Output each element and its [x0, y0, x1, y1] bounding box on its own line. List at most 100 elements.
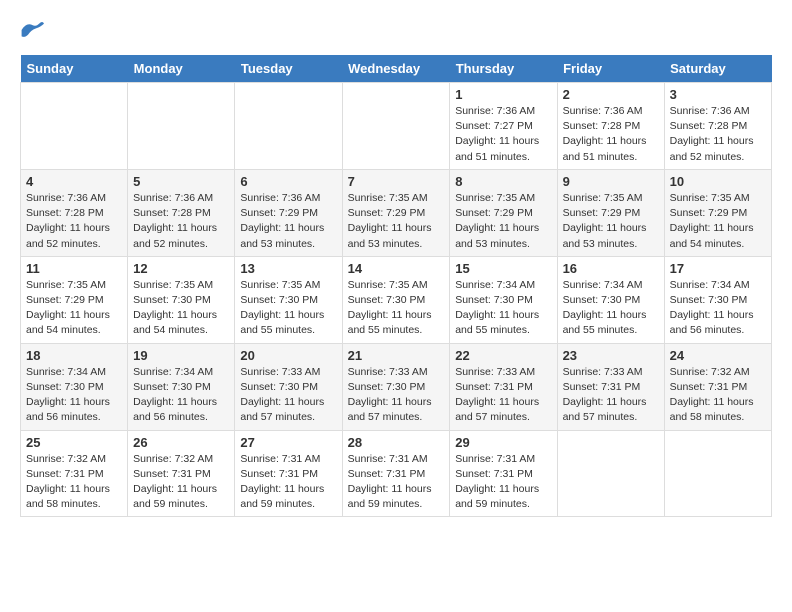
calendar-cell: 21 Sunrise: 7:33 AM Sunset: 7:30 PM Dayli…: [342, 343, 450, 430]
calendar-cell: 17Sunrise: 7:34 AM Sunset: 7:30 PM Dayli…: [664, 256, 771, 343]
day-info: Sunrise: 7:32 AM Sunset: 7:31 PM Dayligh…: [133, 452, 229, 513]
day-number: 22: [455, 348, 551, 363]
calendar-week-row: 18 Sunrise: 7:34 AM Sunset: 7:30 PM Dayli…: [21, 343, 772, 430]
day-info: Sunrise: 7:32 AM Sunset: 7:31 PM Dayligh…: [670, 365, 766, 426]
calendar-week-row: 11 Sunrise: 7:35 AM Sunset: 7:29 PM Dayli…: [21, 256, 772, 343]
day-number: 10: [670, 174, 766, 189]
calendar-header-wednesday: Wednesday: [342, 55, 450, 83]
day-number: 11: [26, 261, 122, 276]
day-info: Sunrise: 7:33 AM Sunset: 7:30 PM Dayligh…: [348, 365, 445, 426]
calendar-cell: 6 Sunrise: 7:36 AM Sunset: 7:29 PM Daylig…: [235, 169, 342, 256]
calendar-cell: 5 Sunrise: 7:36 AM Sunset: 7:28 PM Daylig…: [128, 169, 235, 256]
day-info: Sunrise: 7:33 AM Sunset: 7:31 PM Dayligh…: [455, 365, 551, 426]
day-info: Sunrise: 7:34 AM Sunset: 7:30 PM Dayligh…: [133, 365, 229, 426]
day-number: 5: [133, 174, 229, 189]
day-number: 29: [455, 435, 551, 450]
day-number: 7: [348, 174, 445, 189]
calendar-cell: 23Sunrise: 7:33 AM Sunset: 7:31 PM Dayli…: [557, 343, 664, 430]
calendar-cell: 22 Sunrise: 7:33 AM Sunset: 7:31 PM Dayli…: [450, 343, 557, 430]
calendar-cell: 2 Sunrise: 7:36 AM Sunset: 7:28 PM Daylig…: [557, 83, 664, 170]
calendar-week-row: 1Sunrise: 7:36 AM Sunset: 7:27 PM Daylig…: [21, 83, 772, 170]
calendar-cell: 9 Sunrise: 7:35 AM Sunset: 7:29 PM Daylig…: [557, 169, 664, 256]
calendar-cell: [342, 83, 450, 170]
day-number: 27: [240, 435, 336, 450]
day-number: 23: [563, 348, 659, 363]
calendar-cell: 10 Sunrise: 7:35 AM Sunset: 7:29 PM Dayli…: [664, 169, 771, 256]
day-number: 20: [240, 348, 336, 363]
day-info: Sunrise: 7:35 AM Sunset: 7:30 PM Dayligh…: [240, 278, 336, 339]
calendar-week-row: 25 Sunrise: 7:32 AM Sunset: 7:31 PM Dayli…: [21, 430, 772, 517]
calendar-cell: [128, 83, 235, 170]
day-info: Sunrise: 7:35 AM Sunset: 7:30 PM Dayligh…: [133, 278, 229, 339]
calendar-cell: 29 Sunrise: 7:31 AM Sunset: 7:31 PM Dayli…: [450, 430, 557, 517]
calendar-cell: 11 Sunrise: 7:35 AM Sunset: 7:29 PM Dayli…: [21, 256, 128, 343]
day-number: 21: [348, 348, 445, 363]
calendar-cell: 7 Sunrise: 7:35 AM Sunset: 7:29 PM Daylig…: [342, 169, 450, 256]
day-info: Sunrise: 7:34 AM Sunset: 7:30 PM Dayligh…: [455, 278, 551, 339]
calendar-header-thursday: Thursday: [450, 55, 557, 83]
day-number: 3: [670, 87, 766, 102]
day-info: Sunrise: 7:35 AM Sunset: 7:29 PM Dayligh…: [670, 191, 766, 252]
calendar-header-tuesday: Tuesday: [235, 55, 342, 83]
day-number: 17: [670, 261, 766, 276]
calendar-cell: 19Sunrise: 7:34 AM Sunset: 7:30 PM Dayli…: [128, 343, 235, 430]
day-info: Sunrise: 7:34 AM Sunset: 7:30 PM Dayligh…: [563, 278, 659, 339]
day-info: Sunrise: 7:36 AM Sunset: 7:28 PM Dayligh…: [26, 191, 122, 252]
day-info: Sunrise: 7:33 AM Sunset: 7:30 PM Dayligh…: [240, 365, 336, 426]
calendar-cell: 24 Sunrise: 7:32 AM Sunset: 7:31 PM Dayli…: [664, 343, 771, 430]
calendar-cell: 20 Sunrise: 7:33 AM Sunset: 7:30 PM Dayli…: [235, 343, 342, 430]
calendar-cell: 26 Sunrise: 7:32 AM Sunset: 7:31 PM Dayli…: [128, 430, 235, 517]
calendar-header-row: SundayMondayTuesdayWednesdayThursdayFrid…: [21, 55, 772, 83]
page-header: [20, 20, 772, 45]
calendar-header-friday: Friday: [557, 55, 664, 83]
day-number: 9: [563, 174, 659, 189]
calendar-cell: [21, 83, 128, 170]
logo: [20, 20, 48, 45]
calendar-body: 1Sunrise: 7:36 AM Sunset: 7:27 PM Daylig…: [21, 83, 772, 517]
calendar-cell: 16 Sunrise: 7:34 AM Sunset: 7:30 PM Dayli…: [557, 256, 664, 343]
day-info: Sunrise: 7:35 AM Sunset: 7:30 PM Dayligh…: [348, 278, 445, 339]
day-number: 13: [240, 261, 336, 276]
day-number: 18: [26, 348, 122, 363]
calendar-cell: [664, 430, 771, 517]
calendar-week-row: 4 Sunrise: 7:36 AM Sunset: 7:28 PM Daylig…: [21, 169, 772, 256]
day-info: Sunrise: 7:36 AM Sunset: 7:28 PM Dayligh…: [133, 191, 229, 252]
calendar-cell: 3 Sunrise: 7:36 AM Sunset: 7:28 PM Daylig…: [664, 83, 771, 170]
day-number: 28: [348, 435, 445, 450]
day-info: Sunrise: 7:34 AM Sunset: 7:30 PM Dayligh…: [26, 365, 122, 426]
day-info: Sunrise: 7:31 AM Sunset: 7:31 PM Dayligh…: [348, 452, 445, 513]
day-info: Sunrise: 7:36 AM Sunset: 7:28 PM Dayligh…: [563, 104, 659, 165]
calendar-cell: 27 Sunrise: 7:31 AM Sunset: 7:31 PM Dayli…: [235, 430, 342, 517]
calendar-cell: 15 Sunrise: 7:34 AM Sunset: 7:30 PM Dayli…: [450, 256, 557, 343]
day-number: 24: [670, 348, 766, 363]
day-number: 25: [26, 435, 122, 450]
calendar-table: SundayMondayTuesdayWednesdayThursdayFrid…: [20, 55, 772, 517]
day-number: 2: [563, 87, 659, 102]
day-info: Sunrise: 7:35 AM Sunset: 7:29 PM Dayligh…: [26, 278, 122, 339]
day-number: 14: [348, 261, 445, 276]
calendar-header-sunday: Sunday: [21, 55, 128, 83]
calendar-cell: 4 Sunrise: 7:36 AM Sunset: 7:28 PM Daylig…: [21, 169, 128, 256]
day-number: 6: [240, 174, 336, 189]
day-number: 16: [563, 261, 659, 276]
day-info: Sunrise: 7:36 AM Sunset: 7:27 PM Dayligh…: [455, 104, 551, 165]
calendar-cell: 8Sunrise: 7:35 AM Sunset: 7:29 PM Daylig…: [450, 169, 557, 256]
day-info: Sunrise: 7:31 AM Sunset: 7:31 PM Dayligh…: [455, 452, 551, 513]
day-info: Sunrise: 7:35 AM Sunset: 7:29 PM Dayligh…: [563, 191, 659, 252]
day-info: Sunrise: 7:31 AM Sunset: 7:31 PM Dayligh…: [240, 452, 336, 513]
calendar-header-monday: Monday: [128, 55, 235, 83]
calendar-cell: 13 Sunrise: 7:35 AM Sunset: 7:30 PM Dayli…: [235, 256, 342, 343]
calendar-cell: 14 Sunrise: 7:35 AM Sunset: 7:30 PM Dayli…: [342, 256, 450, 343]
day-number: 4: [26, 174, 122, 189]
day-info: Sunrise: 7:32 AM Sunset: 7:31 PM Dayligh…: [26, 452, 122, 513]
day-info: Sunrise: 7:36 AM Sunset: 7:29 PM Dayligh…: [240, 191, 336, 252]
calendar-cell: [235, 83, 342, 170]
calendar-cell: 12 Sunrise: 7:35 AM Sunset: 7:30 PM Dayli…: [128, 256, 235, 343]
calendar-cell: 1Sunrise: 7:36 AM Sunset: 7:27 PM Daylig…: [450, 83, 557, 170]
day-info: Sunrise: 7:36 AM Sunset: 7:28 PM Dayligh…: [670, 104, 766, 165]
day-number: 26: [133, 435, 229, 450]
day-number: 15: [455, 261, 551, 276]
day-number: 8: [455, 174, 551, 189]
day-info: Sunrise: 7:35 AM Sunset: 7:29 PM Dayligh…: [348, 191, 445, 252]
day-number: 12: [133, 261, 229, 276]
